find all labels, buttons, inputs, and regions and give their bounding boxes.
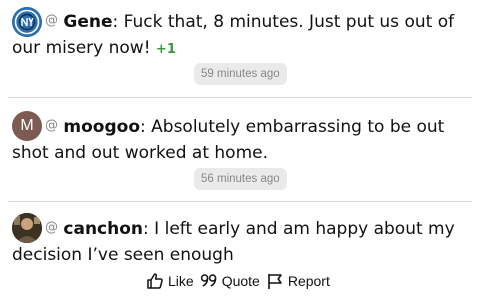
timestamp: 59 minutes ago	[194, 63, 287, 85]
quote-label: Quote	[221, 273, 260, 289]
report-label: Report	[287, 273, 330, 289]
comment-actions: Like Quote Report	[146, 269, 336, 293]
author-name[interactable]: moogoo	[63, 117, 140, 137]
comment-text-canchon: @ canchon: I left early and am happy abo…	[12, 215, 472, 268]
author-separator: :	[112, 12, 124, 32]
author-name[interactable]: Gene	[63, 12, 112, 32]
flag-icon	[268, 274, 282, 289]
timestamp: 56 minutes ago	[194, 168, 287, 190]
author-separator: :	[140, 117, 152, 137]
mention-symbol: @	[45, 13, 58, 28]
quote-button[interactable]: Quote	[200, 272, 260, 290]
comment-text-gene: @ Gene: Fuck that, 8 minutes. Just put u…	[12, 8, 472, 62]
mention-symbol: @	[45, 118, 58, 133]
quote-icon	[200, 274, 217, 287]
report-button[interactable]: Report	[266, 272, 330, 290]
author-name[interactable]: canchon	[63, 219, 143, 239]
author-separator: :	[143, 219, 155, 239]
divider	[8, 97, 472, 98]
thumbs-up-icon	[147, 273, 163, 289]
like-button[interactable]: Like	[146, 272, 194, 290]
comment-text-moogoo: @ moogoo: Absolutely embarrassing to be …	[12, 113, 472, 166]
like-label: Like	[168, 273, 194, 289]
divider	[8, 201, 472, 202]
plus-one-count: +1	[155, 41, 176, 57]
mention-symbol: @	[45, 220, 58, 235]
